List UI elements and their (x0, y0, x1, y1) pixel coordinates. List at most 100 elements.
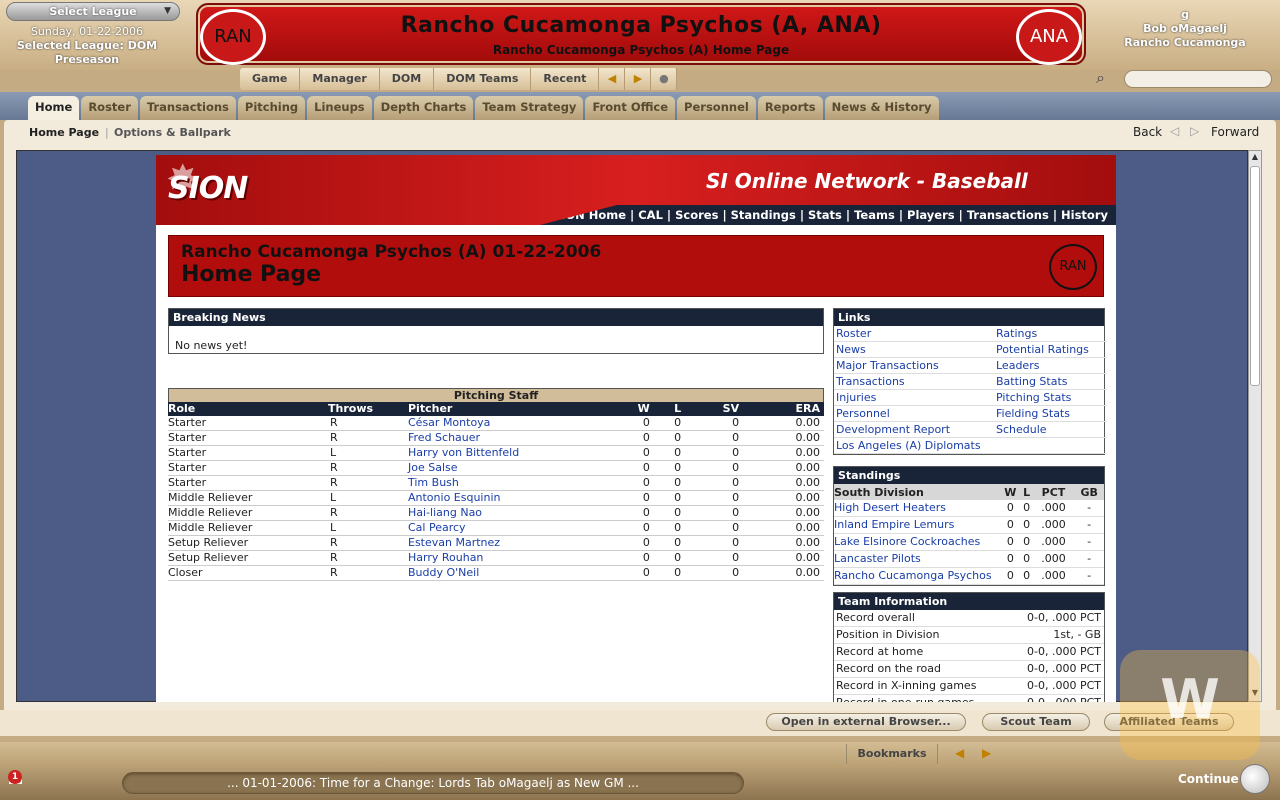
standings-team-link[interactable]: Inland Empire Lemurs (834, 516, 1000, 534)
pitching-cell: Starter (168, 475, 328, 491)
pitching-cell: R (328, 430, 408, 446)
standings-cell: 0 (1020, 567, 1033, 585)
tab-team-strategy[interactable]: Team Strategy (475, 96, 584, 120)
link-item[interactable]: Major Transactions (834, 358, 994, 374)
link-item[interactable]: Ratings (994, 326, 1106, 342)
scroll-up-icon[interactable]: ▲ (1250, 152, 1260, 164)
link-item[interactable]: Pitching Stats (994, 390, 1106, 406)
link-item[interactable]: Injuries (834, 390, 994, 406)
sion-nav-links[interactable]: SION Home | CAL | Scores | Standings | S… (540, 205, 1116, 225)
pitcher-link[interactable]: Cal Pearcy (408, 520, 608, 536)
scroll-thumb[interactable] (1250, 166, 1260, 386)
link-item[interactable]: Potential Ratings (994, 342, 1106, 358)
pitcher-link[interactable]: Harry Rouhan (408, 550, 608, 566)
link-item[interactable]: Development Report (834, 422, 994, 438)
link-item[interactable]: Batting Stats (994, 374, 1106, 390)
tab-front-office[interactable]: Front Office (585, 96, 676, 120)
search-input[interactable] (1124, 70, 1272, 88)
standings-team-link[interactable]: Lake Elsinore Cockroaches (834, 533, 1000, 551)
tab-roster[interactable]: Roster (81, 96, 138, 120)
tab-home[interactable]: Home (28, 96, 80, 120)
tab-reports[interactable]: Reports (757, 96, 823, 120)
menu-manager[interactable]: Manager (300, 68, 380, 90)
tab-news-history[interactable]: News & History (824, 96, 939, 120)
bookmark-next-icon[interactable]: ▶ (982, 746, 991, 760)
team-header-subtitle: Home Page (181, 262, 322, 287)
tab-pitching[interactable]: Pitching (237, 96, 306, 120)
pitcher-link[interactable]: Antonio Esquinin (408, 490, 608, 506)
standings-cell: 0 (1000, 500, 1021, 517)
forward-button[interactable]: Forward (1211, 125, 1259, 139)
news-ticker[interactable]: ... 01-01-2006: Time for a Change: Lords… (122, 772, 744, 794)
menu-game[interactable]: Game (240, 68, 301, 90)
back-button[interactable]: Back (1133, 125, 1162, 139)
sion-header: ✸ SION SI Online Network - Baseball SION… (156, 155, 1116, 225)
subtab-home-page[interactable]: Home Page (29, 126, 99, 139)
pitching-cell: 0.00 (743, 490, 824, 506)
tab-lineups[interactable]: Lineups (307, 96, 372, 120)
team-information-title: Team Information (834, 593, 1104, 610)
link-item[interactable]: News (834, 342, 994, 358)
pitcher-link[interactable]: Harry von Bittenfeld (408, 445, 608, 461)
menu-recent[interactable]: Recent (531, 68, 600, 90)
bookmarks-button[interactable]: Bookmarks (846, 744, 938, 764)
pitcher-link[interactable]: Joe Salse (408, 460, 608, 476)
pitching-cell: 0.00 (743, 445, 824, 461)
pitching-cell: 0 (653, 475, 686, 491)
col-sv: SV (685, 402, 744, 416)
pitcher-link[interactable]: Tim Bush (408, 475, 608, 491)
forward-arrow-icon[interactable]: ▶ (625, 68, 652, 90)
team-header-title: Rancho Cucamonga Psychos (A) 01-22-2006 (181, 242, 602, 262)
pitching-cell: 0 (653, 565, 686, 581)
breaking-news-title: Breaking News (169, 309, 823, 326)
link-item[interactable]: Transactions (834, 374, 994, 390)
league-select[interactable]: Select League ▼ (6, 2, 180, 21)
league-info: Sunday, 01-22-2006 Selected League: DOM … (0, 25, 174, 67)
pitching-staff-table: Pitching Staff Role Throws Pitcher W L S… (168, 388, 824, 581)
link-item[interactable]: Schedule (994, 422, 1106, 438)
standings-team-link[interactable]: Lancaster Pilots (834, 550, 1000, 568)
standings-table: South Division W L PCT GB High Desert He… (834, 484, 1104, 585)
standings-cell: 0 (1020, 550, 1033, 568)
link-item[interactable]: Personnel (834, 406, 994, 422)
link-item[interactable]: Leaders (994, 358, 1106, 374)
pitcher-link[interactable]: César Montoya (408, 416, 608, 431)
forward-triangle-icon[interactable]: ▷ (1190, 124, 1199, 138)
back-arrow-icon[interactable]: ◀ (599, 68, 626, 90)
search-icon[interactable]: ⌕ (1096, 68, 1105, 88)
open-external-browser-button[interactable]: Open in external Browser... (766, 713, 966, 731)
pitcher-link[interactable]: Buddy O'Neil (408, 565, 608, 581)
breaking-news-text: No news yet! (175, 339, 248, 352)
standings-cell: - (1074, 500, 1104, 517)
baseball-icon[interactable]: ● (651, 68, 678, 90)
standings-team-link[interactable]: High Desert Heaters (834, 500, 1000, 517)
links-grid: Roster Ratings News Potential Ratings Major … (834, 326, 1106, 454)
menu-dom[interactable]: DOM (380, 68, 435, 90)
link-item[interactable]: Fielding Stats (994, 406, 1106, 422)
standings-cell: .000 (1032, 567, 1075, 585)
bookmark-prev-icon[interactable]: ◀ (955, 746, 964, 760)
standings-row: High Desert Heaters 0 0.000- (834, 500, 1104, 517)
back-triangle-icon[interactable]: ◁ (1170, 124, 1179, 138)
col-division: South Division (834, 484, 1000, 500)
link-item[interactable]: Los Angeles (A) Diplomats (834, 438, 994, 454)
pitching-cell: L (328, 520, 408, 536)
pitcher-link[interactable]: Estevan Martnez (408, 535, 608, 551)
baseball-continue-icon[interactable] (1240, 764, 1270, 794)
pitching-cell: R (328, 475, 408, 491)
standings-team-link[interactable]: Rancho Cucamonga Psychos (834, 567, 1000, 585)
menu-dom-teams[interactable]: DOM Teams (434, 68, 532, 90)
link-item[interactable]: Roster (834, 326, 994, 342)
tab-personnel[interactable]: Personnel (677, 96, 756, 120)
pitching-cell: 0 (685, 520, 744, 536)
links-box: Links Roster Ratings News Potential Ratings… (833, 308, 1106, 455)
tab-transactions[interactable]: Transactions (139, 96, 236, 120)
tab-depth-charts[interactable]: Depth Charts (373, 96, 474, 120)
pitcher-link[interactable]: Hai-liang Nao (408, 505, 608, 521)
sion-logo[interactable]: SION (168, 171, 248, 206)
pitcher-link[interactable]: Fred Schauer (408, 430, 608, 446)
team-logo-right[interactable]: ANA (1016, 9, 1082, 65)
subtab-options-ballpark[interactable]: Options & Ballpark (114, 126, 231, 139)
continue-button[interactable]: Continue (1178, 772, 1239, 786)
scout-team-button[interactable]: Scout Team (982, 713, 1090, 731)
